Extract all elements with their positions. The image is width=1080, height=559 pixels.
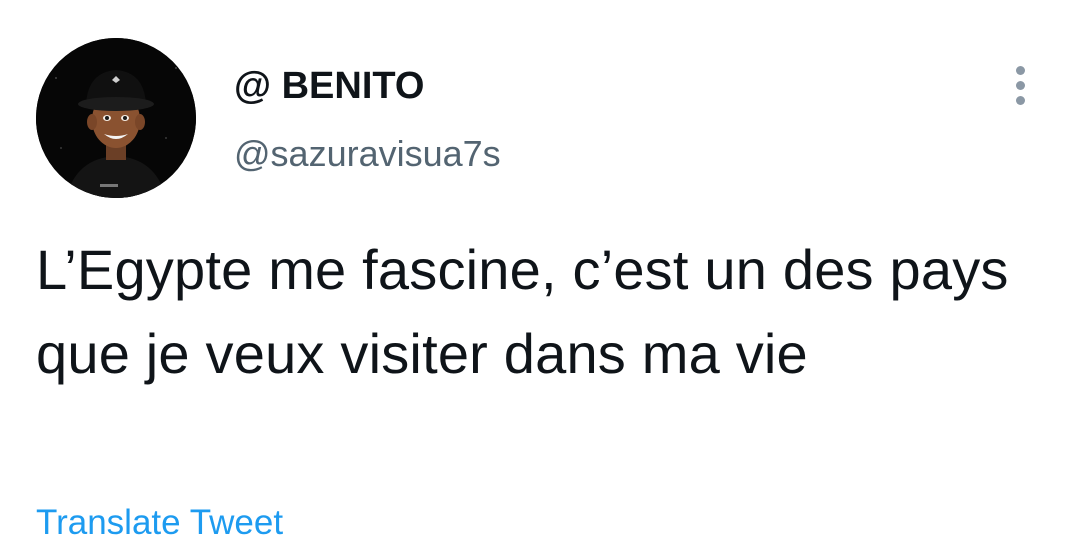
more-vertical-icon: [1015, 95, 1025, 105]
user-handle[interactable]: @sazuravisua7s: [234, 132, 501, 176]
translate-tweet-link[interactable]: Translate Tweet: [36, 502, 283, 544]
more-options-button[interactable]: [1000, 60, 1040, 110]
more-vertical-icon: [1015, 65, 1025, 75]
profile-avatar-icon: [36, 38, 196, 198]
tweet-text: L’Egypte me fascine, c’est un des pays q…: [36, 238, 1009, 385]
more-vertical-icon: [1015, 80, 1025, 90]
tweet-card: @ BENITO @sazuravisua7s L’Egypte me fasc…: [0, 0, 1080, 559]
display-name[interactable]: @ BENITO: [234, 62, 424, 110]
avatar[interactable]: [36, 38, 196, 198]
